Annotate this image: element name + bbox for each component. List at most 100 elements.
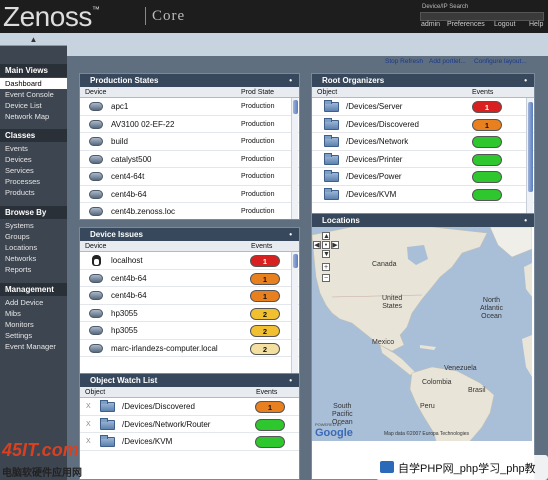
table-row[interactable]: X/Devices/Network/Router xyxy=(80,416,299,434)
col-events[interactable]: Events xyxy=(251,241,272,252)
event-badge[interactable] xyxy=(255,436,285,448)
sidebar-item-mibs[interactable]: Mibs xyxy=(0,308,67,319)
device-search-input[interactable] xyxy=(420,12,544,21)
collapse-sidebar-button[interactable]: ▲ xyxy=(0,33,67,46)
sidebar-item-services[interactable]: Services xyxy=(0,165,67,176)
col-device[interactable]: Device xyxy=(85,241,106,252)
sidebar-item-event-console[interactable]: Event Console xyxy=(0,89,67,100)
scroll-thumb[interactable] xyxy=(293,254,298,268)
portlet-menu-icon[interactable]: • xyxy=(524,214,527,227)
event-badge[interactable]: 2 xyxy=(250,325,280,337)
sidebar-item-processes[interactable]: Processes xyxy=(0,176,67,187)
event-badge[interactable]: 1 xyxy=(250,255,280,267)
sidebar-item-systems[interactable]: Systems xyxy=(0,220,67,231)
portlet-title[interactable]: Object Watch List • xyxy=(80,374,299,387)
table-row[interactable]: build Production xyxy=(80,133,299,151)
table-row[interactable]: apc1 Production xyxy=(80,98,299,116)
folder-icon xyxy=(324,117,339,130)
table-row[interactable]: /Devices/Network xyxy=(312,133,534,151)
portlet-menu-icon[interactable]: • xyxy=(524,74,527,87)
event-badge[interactable]: 1 xyxy=(472,118,502,131)
event-badge[interactable] xyxy=(472,153,502,166)
remove-icon[interactable]: X xyxy=(86,398,91,416)
google-logo[interactable]: Google xyxy=(315,427,353,439)
folder-icon xyxy=(324,187,339,200)
event-badge[interactable]: 1 xyxy=(250,290,280,302)
portlet-menu-icon[interactable]: • xyxy=(289,74,292,87)
sidebar-item-monitors[interactable]: Monitors xyxy=(0,319,67,330)
table-row[interactable]: hp3055 2 xyxy=(80,322,299,340)
sidebar-item-device-list[interactable]: Device List xyxy=(0,100,67,111)
scroll-thumb[interactable] xyxy=(293,100,298,114)
table-row[interactable]: /Devices/Discovered 1 xyxy=(312,116,534,133)
pan-up-button[interactable]: ▲ xyxy=(322,232,330,240)
event-badge[interactable]: 1 xyxy=(255,401,285,413)
remove-icon[interactable]: X xyxy=(86,416,91,434)
table-row[interactable]: localhost 1 xyxy=(80,252,299,270)
portlet-title[interactable]: Locations • xyxy=(312,214,534,227)
table-row[interactable]: /Devices/Server 1 xyxy=(312,98,534,116)
scroll-thumb[interactable] xyxy=(528,102,533,192)
table-row[interactable]: hp3055 2 xyxy=(80,305,299,322)
sidebar-item-reports[interactable]: Reports xyxy=(0,264,67,275)
stop-refresh-link[interactable]: Stop Refresh xyxy=(385,58,423,65)
table-row[interactable]: cent4-64t Production xyxy=(80,168,299,186)
sidebar-item-events[interactable]: Events xyxy=(0,143,67,154)
logout-link[interactable]: Logout xyxy=(494,21,515,28)
portlet-title[interactable]: Root Organizers • xyxy=(312,74,534,87)
pan-down-button[interactable]: ▼ xyxy=(322,250,330,258)
col-events[interactable]: Events xyxy=(256,387,277,398)
zenoss-logo[interactable]: Zenoss™ xyxy=(3,1,100,33)
event-badge[interactable]: 1 xyxy=(472,101,502,113)
help-link[interactable]: Help xyxy=(529,21,543,28)
table-row[interactable]: /Devices/Power xyxy=(312,168,534,186)
sidebar-item-devices[interactable]: Devices xyxy=(0,154,67,165)
sidebar-item-networks[interactable]: Networks xyxy=(0,253,67,264)
portlet-title[interactable]: Production States • xyxy=(80,74,299,87)
col-object[interactable]: Object xyxy=(85,387,105,398)
event-badge[interactable]: 1 xyxy=(250,272,280,285)
zoom-in-button[interactable]: + xyxy=(322,263,330,271)
col-device[interactable]: Device xyxy=(85,87,106,98)
configure-layout-link[interactable]: Configure layout... xyxy=(474,58,527,65)
col-prod-state[interactable]: Prod State xyxy=(241,87,274,98)
scrollbar[interactable] xyxy=(291,98,298,219)
col-events[interactable]: Events xyxy=(472,87,493,98)
sidebar-item-products[interactable]: Products xyxy=(0,187,67,198)
table-row[interactable]: cent4b-64 Production xyxy=(80,186,299,203)
table-row[interactable]: cent4b-64 1 xyxy=(80,270,299,287)
sidebar-item-dashboard[interactable]: Dashboard xyxy=(0,78,67,89)
admin-link[interactable]: admin xyxy=(421,21,440,28)
sidebar-item-network-map[interactable]: Network Map xyxy=(0,111,67,122)
event-badge[interactable]: 2 xyxy=(250,342,280,355)
preferences-link[interactable]: Preferences xyxy=(447,21,485,28)
sidebar-item-locations[interactable]: Locations xyxy=(0,242,67,253)
portlet-title[interactable]: Device Issues • xyxy=(80,228,299,241)
pan-center-button[interactable]: • xyxy=(322,241,330,249)
col-object[interactable]: Object xyxy=(317,87,337,98)
event-badge[interactable] xyxy=(472,171,502,183)
add-portlet-link[interactable]: Add portlet... xyxy=(429,58,466,65)
table-row[interactable]: marc-irlandezs-computer.local 2 xyxy=(80,340,299,357)
table-row[interactable]: /Devices/Printer xyxy=(312,151,534,168)
table-row[interactable]: cent4b-64 1 xyxy=(80,287,299,305)
pan-left-button[interactable]: ◀ xyxy=(313,241,321,249)
table-row[interactable]: catalyst500 Production xyxy=(80,151,299,168)
event-badge[interactable]: 2 xyxy=(250,307,280,320)
table-row[interactable]: /Devices/KVM xyxy=(312,186,534,203)
portlet-menu-icon[interactable]: • xyxy=(289,228,292,241)
table-row[interactable]: AV3100 02-EF-22 Production xyxy=(80,116,299,133)
pan-right-button[interactable]: ▶ xyxy=(331,241,339,249)
event-badge[interactable] xyxy=(255,418,285,431)
google-map[interactable]: ▲ ◀ • ▶ ▼ + − Canada United States North… xyxy=(312,227,532,441)
table-row[interactable]: X/Devices/Discovered 1 xyxy=(80,398,299,416)
portlet-menu-icon[interactable]: • xyxy=(289,374,292,387)
sidebar-item-settings[interactable]: Settings xyxy=(0,330,67,341)
sidebar-item-add-device[interactable]: Add Device xyxy=(0,297,67,308)
sidebar-item-event-manager[interactable]: Event Manager xyxy=(0,341,67,352)
event-badge[interactable] xyxy=(472,188,502,201)
sidebar-item-groups[interactable]: Groups xyxy=(0,231,67,242)
event-badge[interactable] xyxy=(472,136,502,148)
zoom-out-button[interactable]: − xyxy=(322,274,330,282)
table-row[interactable]: cent4b.zenoss.loc Production xyxy=(80,203,299,219)
